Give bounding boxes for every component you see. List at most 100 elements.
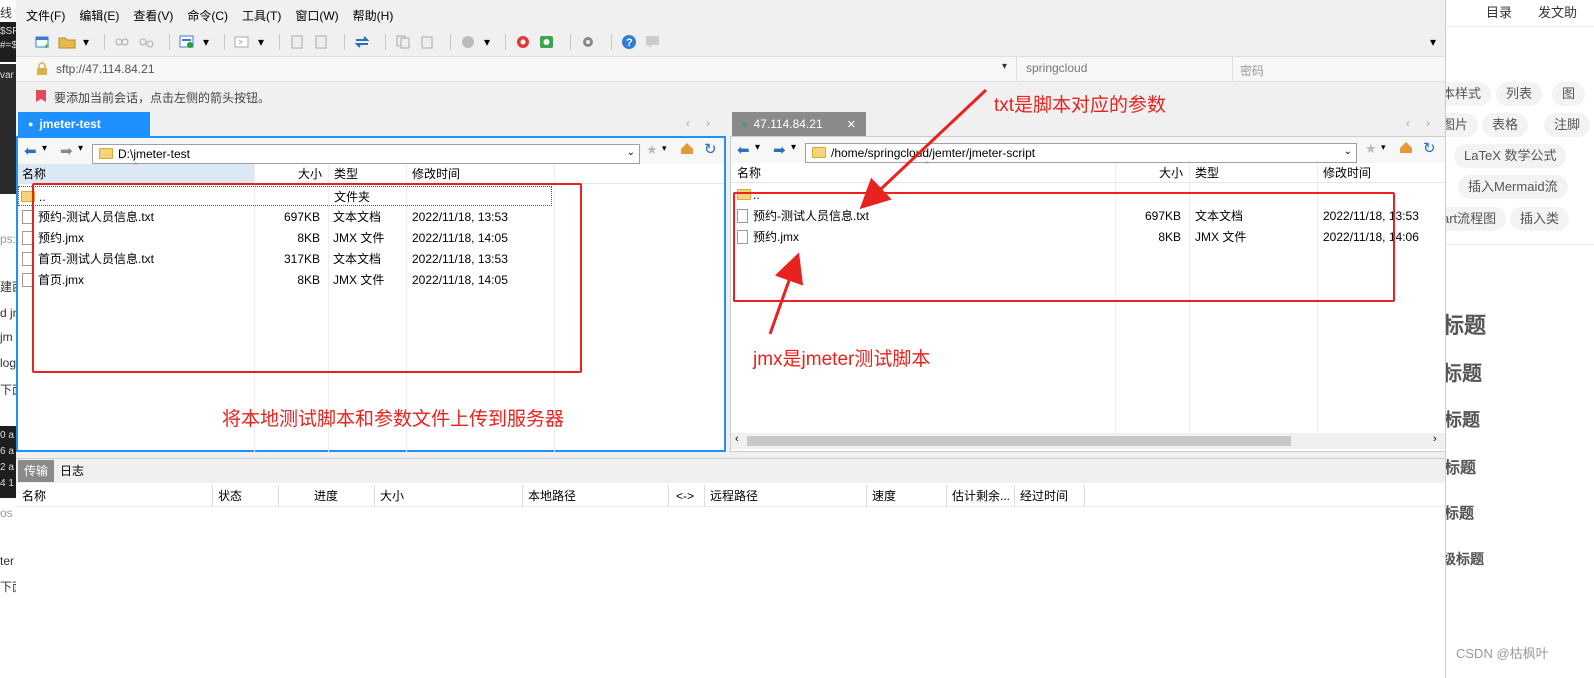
new-session-icon[interactable]: +: [34, 34, 52, 50]
col-mtime[interactable]: 修改时间: [412, 164, 460, 184]
back-icon[interactable]: ⬅: [737, 141, 750, 159]
heading-5[interactable]: 标题: [1446, 502, 1474, 523]
heading-4[interactable]: 标题: [1446, 454, 1476, 478]
chevron-down-icon[interactable]: ▾: [1428, 34, 1438, 50]
heading-3[interactable]: 标题: [1446, 406, 1480, 432]
password-input[interactable]: 密码: [1240, 62, 1264, 79]
chip-picture[interactable]: 图片: [1446, 113, 1479, 137]
chevron-down-icon[interactable]: ⌄: [627, 147, 635, 158]
col-name[interactable]: 名称: [22, 486, 46, 506]
remote-path-input[interactable]: /home/springcloud/jemter/jmeter-script ⌄: [805, 143, 1357, 163]
terminal-icon[interactable]: [233, 34, 251, 50]
close-icon[interactable]: ✕: [847, 118, 856, 131]
open-folder-icon[interactable]: [58, 34, 76, 50]
chevron-down-icon[interactable]: ▾: [78, 143, 83, 154]
back-icon[interactable]: ⬅: [24, 142, 37, 160]
chip-flowchart[interactable]: art流程图: [1446, 207, 1507, 231]
chip-latex[interactable]: LaTeX 数学公式: [1454, 144, 1567, 168]
document-icon[interactable]: [288, 34, 306, 50]
globe-icon[interactable]: [459, 34, 477, 50]
menu-tools[interactable]: 工具(T): [242, 7, 281, 24]
col-local-path[interactable]: 本地路径: [528, 486, 576, 506]
chevron-down-icon[interactable]: ▾: [662, 143, 667, 154]
host-url-input[interactable]: sftp://47.114.84.21: [56, 62, 155, 76]
col-size[interactable]: 大小: [298, 164, 322, 184]
tab-remote[interactable]: ● 47.114.84.21 ✕: [732, 112, 866, 136]
chevron-down-icon[interactable]: ▾: [1381, 142, 1386, 153]
col-type[interactable]: 类型: [334, 164, 358, 184]
star-icon[interactable]: ★: [646, 142, 658, 158]
help-icon[interactable]: ?: [620, 34, 638, 50]
chevron-down-icon[interactable]: ⌄: [1344, 146, 1352, 157]
copy-icon[interactable]: [394, 34, 412, 50]
chevron-left-icon[interactable]: ‹: [1406, 116, 1410, 130]
chevron-down-icon[interactable]: ▾: [42, 143, 47, 154]
xshell-icon[interactable]: [514, 34, 532, 50]
col-name[interactable]: 名称: [22, 164, 46, 184]
chevron-right-icon[interactable]: ›: [1433, 433, 1437, 445]
tab-log[interactable]: 日志: [58, 460, 86, 482]
menu-edit[interactable]: 编辑(E): [79, 7, 119, 24]
home-icon[interactable]: [680, 142, 694, 158]
heading-6[interactable]: 级标题: [1446, 549, 1484, 569]
chip-footnote[interactable]: 注脚: [1544, 113, 1591, 137]
chip-insert[interactable]: 插入类: [1510, 207, 1570, 231]
col-eta[interactable]: 估计剩余...: [952, 486, 1010, 506]
menu-view[interactable]: 查看(V): [133, 7, 173, 24]
menu-command[interactable]: 命令(C): [187, 7, 228, 24]
col-size[interactable]: 大小: [380, 486, 404, 506]
menu-file[interactable]: 文件(F): [26, 7, 65, 24]
tab-local[interactable]: ● jmeter-test: [18, 112, 150, 136]
col-type[interactable]: 类型: [1195, 163, 1219, 183]
col-progress[interactable]: 进度: [314, 486, 338, 506]
chevron-left-icon[interactable]: ‹: [735, 433, 739, 445]
document-icon[interactable]: [312, 34, 330, 50]
chevron-right-icon[interactable]: ›: [706, 116, 710, 130]
forward-icon[interactable]: ➡: [773, 141, 786, 159]
sync-icon[interactable]: [353, 34, 371, 50]
chevron-right-icon[interactable]: ›: [1426, 116, 1430, 130]
chevron-left-icon[interactable]: ‹: [686, 116, 690, 130]
toc-link[interactable]: 目录: [1486, 2, 1512, 21]
col-remote-path[interactable]: 远程路径: [710, 486, 758, 506]
chevron-down-icon[interactable]: ▾: [791, 142, 796, 153]
menu-help[interactable]: 帮助(H): [353, 7, 394, 24]
col-mtime[interactable]: 修改时间: [1323, 163, 1371, 183]
username-input[interactable]: springcloud: [1026, 61, 1087, 75]
properties-icon[interactable]: [178, 34, 196, 50]
chip-table[interactable]: 表格: [1482, 113, 1529, 137]
star-icon[interactable]: ★: [1365, 141, 1377, 157]
chevron-down-icon[interactable]: ▾: [202, 34, 210, 50]
heading-2[interactable]: 标题: [1446, 357, 1482, 386]
local-path-input[interactable]: D:\jmeter-test ⌄: [92, 144, 640, 164]
chip-style[interactable]: 本样式: [1446, 82, 1492, 106]
col-status[interactable]: 状态: [218, 486, 242, 506]
col-speed[interactable]: 速度: [872, 486, 896, 506]
chevron-down-icon[interactable]: ▾: [1002, 61, 1007, 72]
refresh-icon[interactable]: ↻: [1423, 139, 1436, 157]
refresh-icon[interactable]: ↻: [704, 140, 717, 158]
col-direction[interactable]: <->: [676, 486, 694, 506]
chevron-down-icon[interactable]: ▾: [483, 34, 491, 50]
forward-icon[interactable]: ➡: [60, 142, 73, 160]
unlink-icon[interactable]: [137, 34, 155, 50]
home-icon[interactable]: [1399, 141, 1413, 157]
col-name[interactable]: 名称: [737, 163, 761, 183]
chevron-down-icon[interactable]: ▾: [257, 34, 265, 50]
gear-icon[interactable]: [579, 34, 597, 50]
horizontal-scrollbar[interactable]: ‹ ›: [731, 433, 1445, 449]
scrollbar-thumb[interactable]: [747, 436, 1291, 446]
link-icon[interactable]: [113, 34, 131, 50]
chip-image[interactable]: 图: [1552, 82, 1586, 106]
col-elapsed[interactable]: 经过时间: [1020, 486, 1068, 506]
col-size[interactable]: 大小: [1159, 163, 1183, 183]
paste-icon[interactable]: [418, 34, 436, 50]
menu-window[interactable]: 窗口(W): [295, 7, 338, 24]
chat-icon[interactable]: [644, 34, 662, 50]
xftp-icon[interactable]: [538, 34, 556, 50]
chevron-down-icon[interactable]: ▾: [755, 142, 760, 153]
heading-1[interactable]: 标题: [1446, 308, 1486, 340]
chevron-down-icon[interactable]: ▾: [82, 34, 90, 50]
publish-link[interactable]: 发文助: [1538, 2, 1577, 21]
tab-transfer[interactable]: 传输: [18, 460, 55, 482]
